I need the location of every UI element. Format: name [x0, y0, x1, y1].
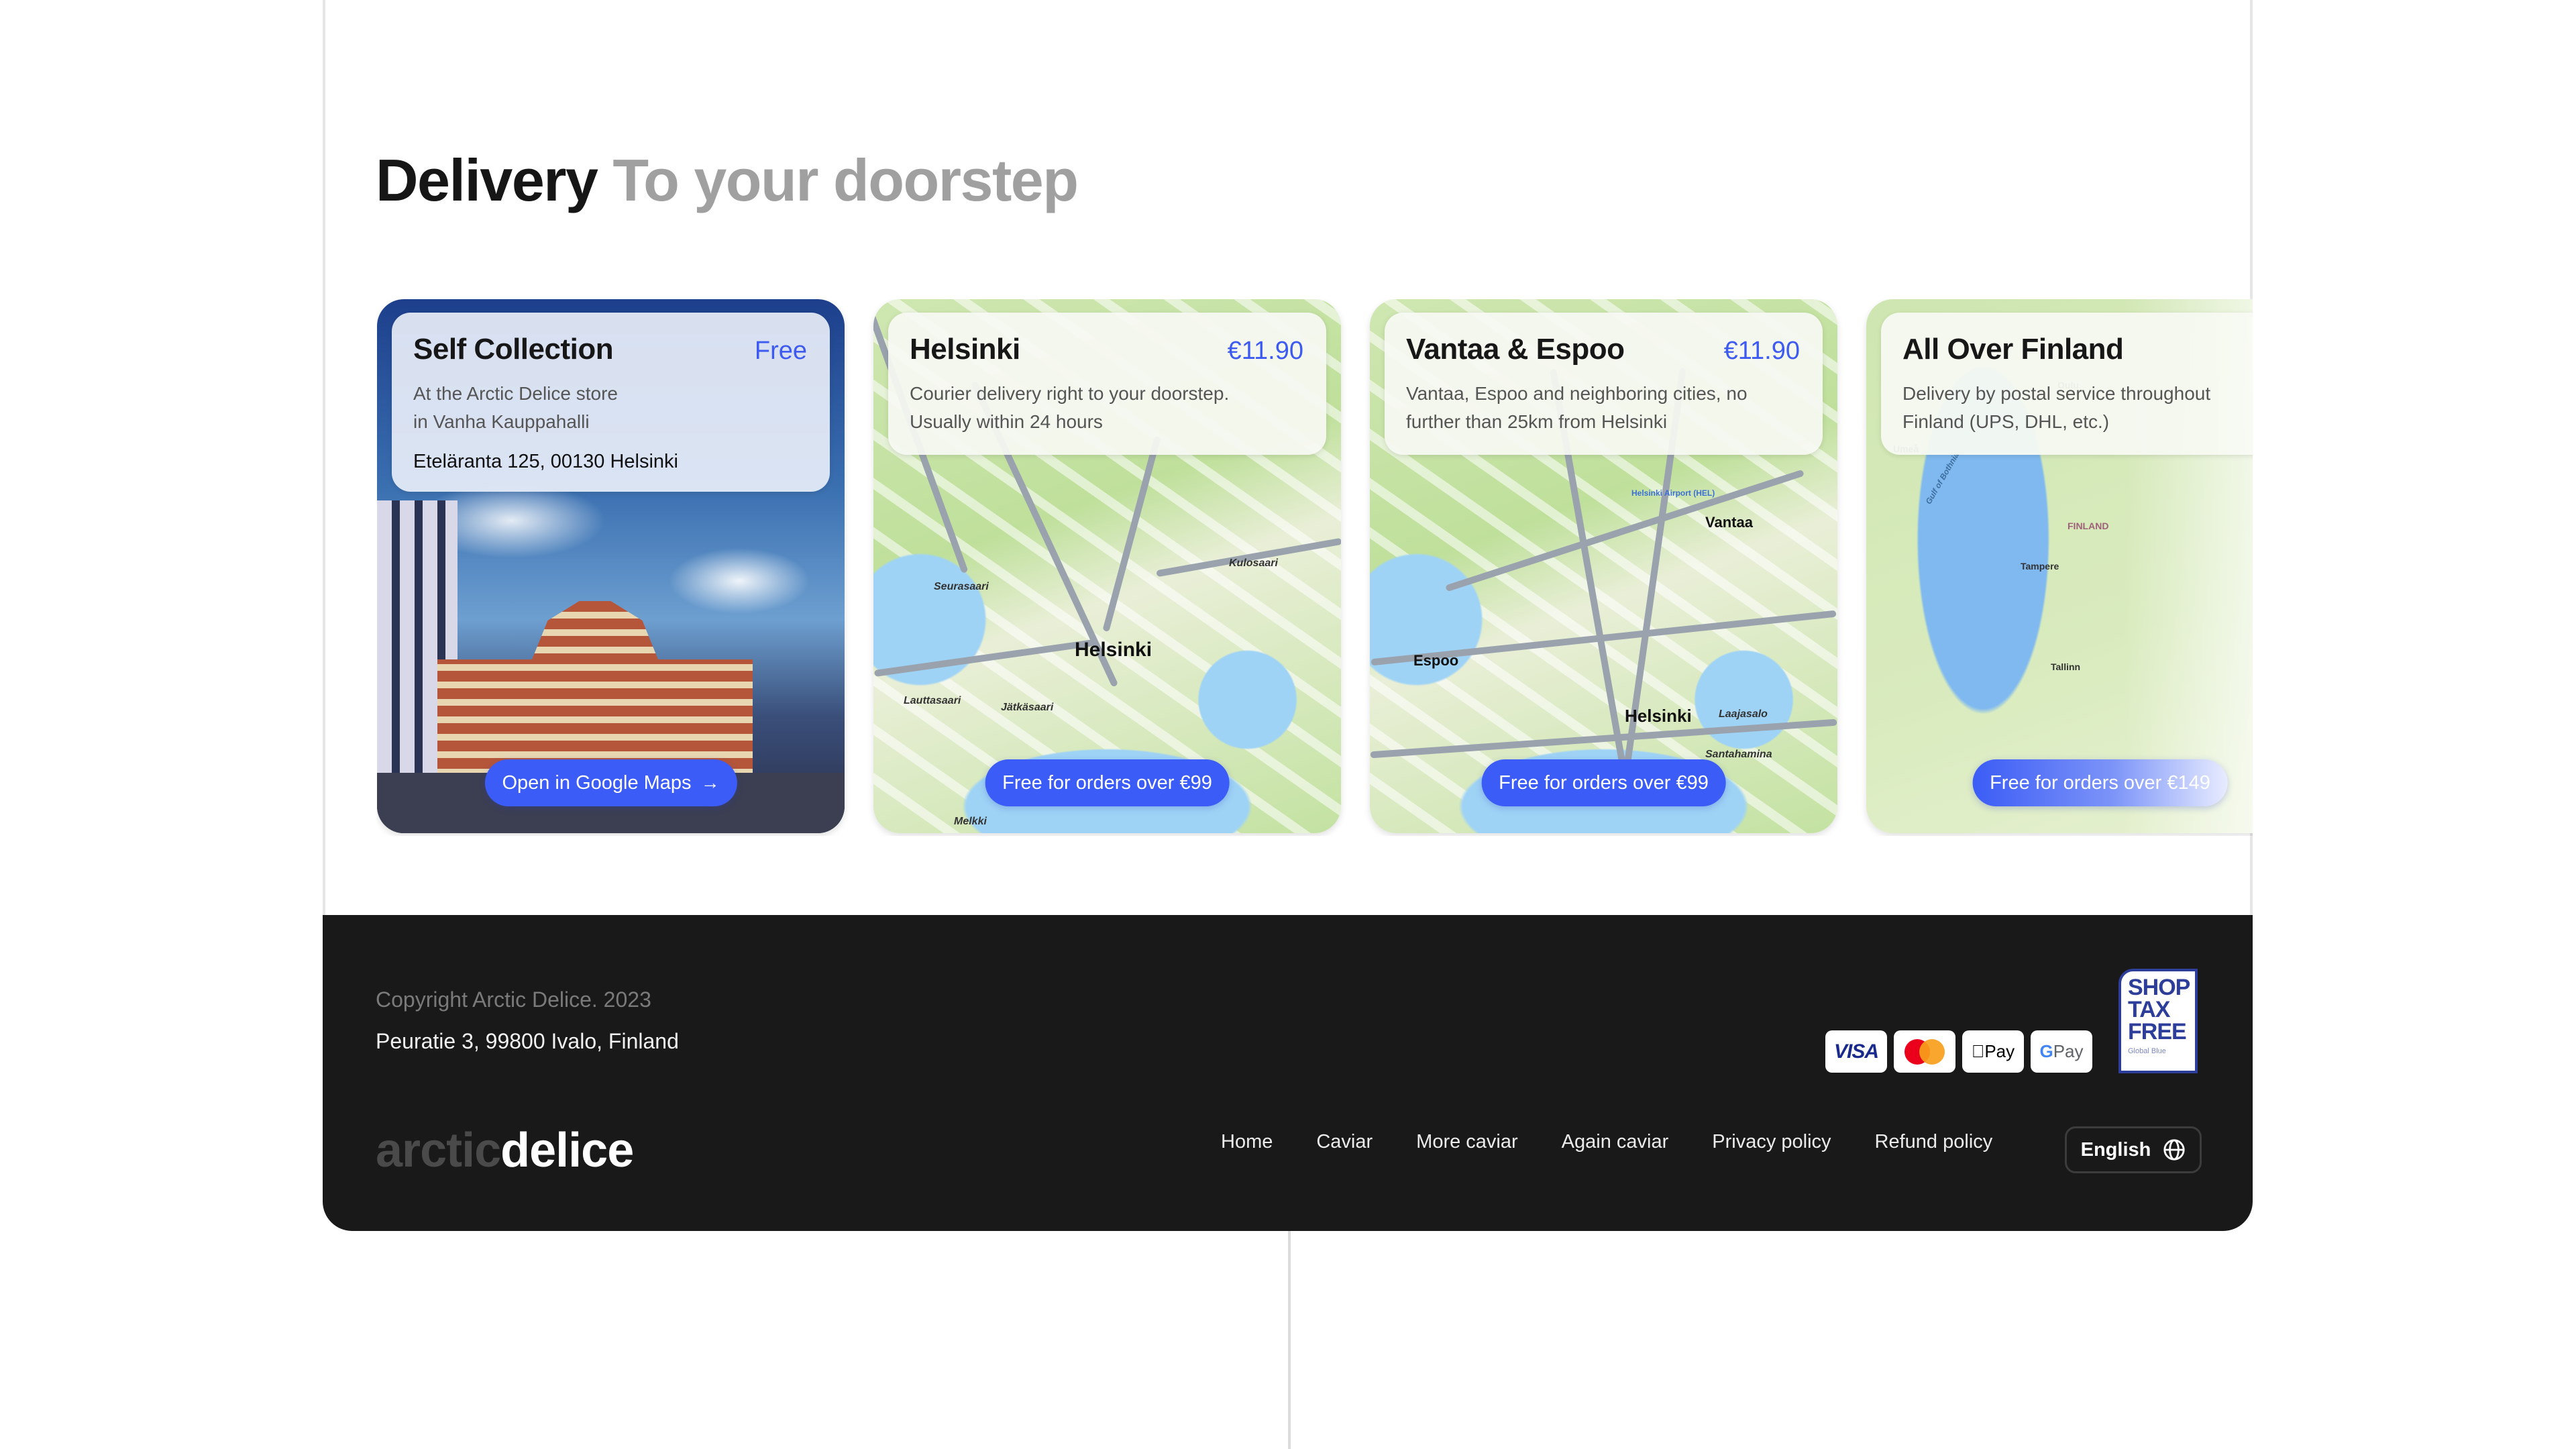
nav-refund-policy[interactable]: Refund policy — [1875, 1131, 1993, 1153]
desc-line: Finland (UPS, DHL, etc.) — [1902, 411, 2110, 432]
map-label: Jätkäsaari — [1001, 702, 1054, 713]
divider-line — [1288, 1231, 1291, 1449]
card-title: Helsinki — [910, 333, 1020, 366]
apple-pay-icon: Pay — [1962, 1030, 2024, 1073]
desc-line: Usually within 24 hours — [910, 411, 1103, 432]
visa-icon: VISA — [1825, 1030, 1887, 1073]
map-label: Tallinn — [2051, 661, 2081, 672]
card-self-collection[interactable]: Self Collection Free At the Arctic Delic… — [377, 299, 845, 833]
card-info-panel: Self Collection Free At the Arctic Delic… — [392, 313, 830, 492]
free-shipping-badge: Free for orders over €99 — [1481, 759, 1726, 806]
card-title: All Over Finland — [1902, 333, 2124, 366]
map-label: Gulf of Bothnia — [1923, 450, 1962, 506]
map-label: FINLAND — [2068, 521, 2109, 531]
map-label: Melkki — [954, 816, 987, 827]
card-description: Courier delivery right to your doorstep.… — [910, 380, 1303, 436]
card-description: Delivery by postal service throughout Fi… — [1902, 380, 2253, 436]
map-label: Laajasalo — [1719, 708, 1768, 720]
map-road — [873, 639, 1095, 677]
delivery-cards: Self Collection Free At the Arctic Delic… — [377, 299, 2253, 836]
free-shipping-badge: Free for orders over €149 — [1972, 759, 2228, 806]
free-shipping-badge: Free for orders over €99 — [985, 759, 1230, 806]
card-title: Vantaa & Espoo — [1406, 333, 1625, 366]
card-price: €11.90 — [1723, 337, 1800, 365]
apple-icon:  — [1972, 1041, 1985, 1062]
card-price: €11.90 — [1227, 337, 1303, 365]
button-label: Open in Google Maps — [502, 771, 692, 794]
footer-nav: Home Caviar More caviar Again caviar Pri… — [1221, 1131, 2036, 1153]
arrow-right-icon: → — [700, 772, 720, 793]
map-label: Helsinki — [1075, 639, 1152, 661]
card-title: Self Collection — [413, 333, 614, 366]
map-label: Tampere — [2021, 561, 2059, 572]
global-blue-logo: Global Blue — [2128, 1047, 2166, 1055]
logo-part-delice: delice — [500, 1124, 634, 1177]
badge-label: Free for orders over €99 — [1499, 771, 1709, 794]
footer-logo[interactable]: arcticdelice — [376, 1123, 634, 1178]
desc-line: further than 25km from Helsinki — [1406, 411, 1668, 432]
logo-part-arctic: arctic — [376, 1124, 501, 1177]
nav-more-caviar[interactable]: More caviar — [1416, 1131, 1518, 1153]
store-address: Eteläranta 125, 00130 Helsinki — [413, 451, 678, 472]
badge-label: Free for orders over €149 — [1990, 771, 2210, 794]
apple-pay-label: Pay — [1978, 1041, 2015, 1061]
visa-label: VISA — [1833, 1040, 1879, 1063]
nav-home[interactable]: Home — [1221, 1131, 1273, 1153]
payment-methods: VISA Pay GPay — [1825, 1030, 2092, 1073]
desc-line: in Vanha Kauppahalli — [413, 411, 590, 432]
desc-line: At the Arctic Delice store — [413, 383, 619, 404]
language-label: English — [2080, 1138, 2151, 1161]
desc-line: Delivery by postal service throughout — [1902, 383, 2211, 404]
map-road — [1102, 435, 1161, 633]
card-description: Vantaa, Espoo and neighboring cities, no… — [1406, 380, 1800, 436]
heading-sub: To your doorstep — [612, 147, 1079, 213]
nav-privacy-policy[interactable]: Privacy policy — [1712, 1131, 1831, 1153]
desc-line: Vantaa, Espoo and neighboring cities, no — [1406, 383, 1748, 404]
mastercard-icon — [1894, 1030, 1955, 1073]
map-label: Santahamina — [1705, 749, 1772, 760]
card-info-panel: Helsinki €11.90 Courier delivery right t… — [888, 313, 1326, 455]
nav-again-caviar[interactable]: Again caviar — [1562, 1131, 1669, 1153]
map-label: Helsinki Airport (HEL) — [1631, 488, 1715, 498]
taxfree-line: FREE — [2128, 1019, 2187, 1044]
open-google-maps-button[interactable]: Open in Google Maps → — [484, 759, 737, 806]
copyright: Copyright Arctic Delice. 2023 — [376, 987, 651, 1012]
map-label: Helsinki — [1625, 706, 1692, 726]
desc-line: Courier delivery right to your doorstep. — [910, 383, 1230, 404]
section-heading: Delivery To your doorstep — [376, 146, 1079, 215]
card-info-panel: All Over Finland €1 Delivery by postal s… — [1881, 313, 2253, 455]
language-selector[interactable]: English — [2065, 1126, 2202, 1173]
heading-main: Delivery — [376, 147, 598, 213]
map-label: Vantaa — [1705, 514, 1753, 531]
card-helsinki[interactable]: Helsinki Seurasaari Kulosaari Lauttasaar… — [873, 299, 1341, 833]
company-address: Peuratie 3, 99800 Ivalo, Finland — [376, 1029, 679, 1053]
mastercard-circles — [1904, 1038, 1945, 1065]
card-description: At the Arctic Delice store in Vanha Kaup… — [413, 380, 807, 436]
taxfree-line: TAX — [2128, 997, 2170, 1022]
card-price: Free — [754, 337, 807, 365]
card-info-panel: Vantaa & Espoo €11.90 Vantaa, Espoo and … — [1385, 313, 1823, 455]
globe-icon — [2163, 1139, 2185, 1161]
google-g-icon: G — [2039, 1041, 2053, 1061]
nav-caviar[interactable]: Caviar — [1316, 1131, 1373, 1153]
map-label: Kulosaari — [1229, 557, 1278, 569]
card-all-over-finland[interactable]: FINLAND Oulu Umeå Tampere Gulf of Bothni… — [1866, 299, 2253, 833]
map-label: Seurasaari — [934, 581, 989, 592]
card-vantaa-espoo[interactable]: Vantaa Espoo Helsinki Helsinki Airport (… — [1370, 299, 1837, 833]
map-label: Lauttasaari — [904, 695, 961, 706]
map-label: Espoo — [1413, 652, 1459, 669]
google-pay-icon: G Pay — [2031, 1030, 2092, 1073]
taxfree-line: SHOP — [2128, 975, 2190, 1000]
badge-label: Free for orders over €99 — [1002, 771, 1212, 794]
site-footer: Copyright Arctic Delice. 2023 Peuratie 3… — [323, 915, 2253, 1231]
shop-tax-free-badge: SHOP TAX FREE Global Blue — [2118, 969, 2198, 1073]
google-pay-label: Pay — [2053, 1041, 2084, 1061]
